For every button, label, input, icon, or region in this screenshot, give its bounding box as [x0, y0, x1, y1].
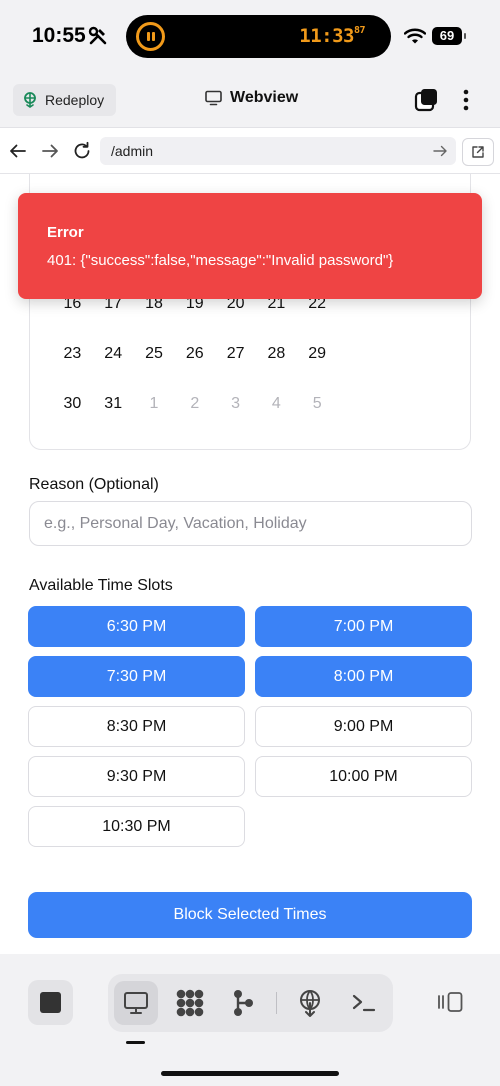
status-bar: 10:55 11:3387 69 [0, 0, 500, 72]
split-view-icon[interactable] [436, 990, 464, 1014]
calendar-day-next-month: 3 [231, 395, 241, 412]
timer-readout: 11:3387 [299, 24, 365, 47]
calendar-day[interactable]: 29 [297, 345, 338, 363]
calendar-day[interactable]: 27 [215, 345, 256, 363]
calendar-day[interactable]: 30 [52, 395, 93, 413]
time-slot-button[interactable]: 8:00 PM [255, 656, 472, 697]
monitor-icon [124, 992, 148, 1014]
reason-input[interactable] [29, 501, 472, 546]
error-toast-message: 401: {"success":false,"message":"Invalid… [47, 252, 394, 269]
time-slot-button[interactable]: 10:30 PM [28, 806, 245, 847]
dynamic-island: 11:3387 [126, 15, 391, 58]
timer-pause-icon [136, 22, 165, 51]
terminal-icon [352, 994, 376, 1012]
time-slot-button[interactable]: 7:30 PM [28, 656, 245, 697]
error-toast[interactable]: Error 401: {"success":false,"message":"I… [18, 193, 482, 299]
block-selected-times-button[interactable]: Block Selected Times [28, 892, 472, 938]
time-slot-button[interactable]: 7:00 PM [255, 606, 472, 647]
deploy-tool-button[interactable] [288, 981, 332, 1025]
calendar-day[interactable]: 31 [93, 395, 134, 413]
battery-indicator: 69 [432, 27, 466, 45]
time-slot-button[interactable]: 9:30 PM [28, 756, 245, 797]
developer-tools-icon [88, 26, 107, 45]
calendar-day[interactable]: 26 [174, 345, 215, 363]
calendar-day[interactable]: 24 [93, 345, 134, 363]
app-header: Redeploy Webview [0, 72, 500, 128]
redeploy-label: Redeploy [45, 92, 105, 108]
home-indicator [161, 1071, 339, 1076]
calendar-day-next-month: 1 [149, 395, 159, 412]
grid-dots-icon [176, 989, 204, 1017]
time-slot-button[interactable]: 6:30 PM [28, 606, 245, 647]
url-text: /admin [111, 143, 154, 159]
toolbar-divider [276, 992, 277, 1014]
tool-switcher [108, 974, 393, 1032]
page-title-label: Webview [230, 89, 299, 106]
tabs-icon[interactable] [414, 88, 438, 112]
page-title: Webview [205, 89, 298, 107]
stop-icon [40, 992, 61, 1013]
url-input[interactable]: /admin [100, 137, 456, 165]
reload-icon[interactable] [72, 141, 92, 161]
globe-upload-icon [300, 990, 320, 1017]
stop-button[interactable] [28, 980, 73, 1025]
calendar-day[interactable]: 25 [134, 345, 175, 363]
url-bar: /admin [0, 129, 500, 174]
monitor-icon [205, 90, 222, 106]
time-slot-button[interactable]: 9:00 PM [255, 706, 472, 747]
calendar-day[interactable]: 23 [52, 345, 93, 363]
calendar-day-next-month: 2 [190, 395, 200, 412]
time-slot-button[interactable]: 8:30 PM [28, 706, 245, 747]
reason-label: Reason (Optional) [29, 476, 159, 493]
status-time: 10:55 [32, 24, 86, 47]
forward-arrow-icon[interactable] [40, 141, 60, 161]
active-tool-indicator [126, 1041, 145, 1044]
terminal-tool-button[interactable] [342, 981, 386, 1025]
error-toast-title: Error [47, 224, 84, 241]
redeploy-button[interactable]: Redeploy [13, 84, 117, 116]
git-tool-button[interactable] [222, 981, 266, 1025]
more-options-icon[interactable] [458, 88, 474, 112]
wifi-icon [404, 28, 426, 44]
back-arrow-icon[interactable] [8, 141, 28, 161]
branch-icon [234, 990, 253, 1016]
calendar-week: 30 31 1 2 3 4 5 [52, 395, 338, 413]
calendar-day[interactable]: 28 [256, 345, 297, 363]
bottom-toolbar [0, 954, 500, 1086]
open-external-button[interactable] [462, 138, 494, 166]
calendar-day-next-month: 5 [312, 395, 322, 412]
calendar-week: 23 24 25 26 27 28 29 [52, 345, 338, 363]
go-arrow-icon[interactable] [432, 143, 448, 159]
external-link-icon [472, 146, 484, 158]
webview-tool-button[interactable] [114, 981, 158, 1025]
time-slots-label: Available Time Slots [29, 577, 173, 594]
calendar-day-next-month: 4 [271, 395, 281, 412]
time-slot-button[interactable]: 10:00 PM [255, 756, 472, 797]
redeploy-icon [24, 92, 36, 108]
nodes-tool-button[interactable] [168, 981, 212, 1025]
